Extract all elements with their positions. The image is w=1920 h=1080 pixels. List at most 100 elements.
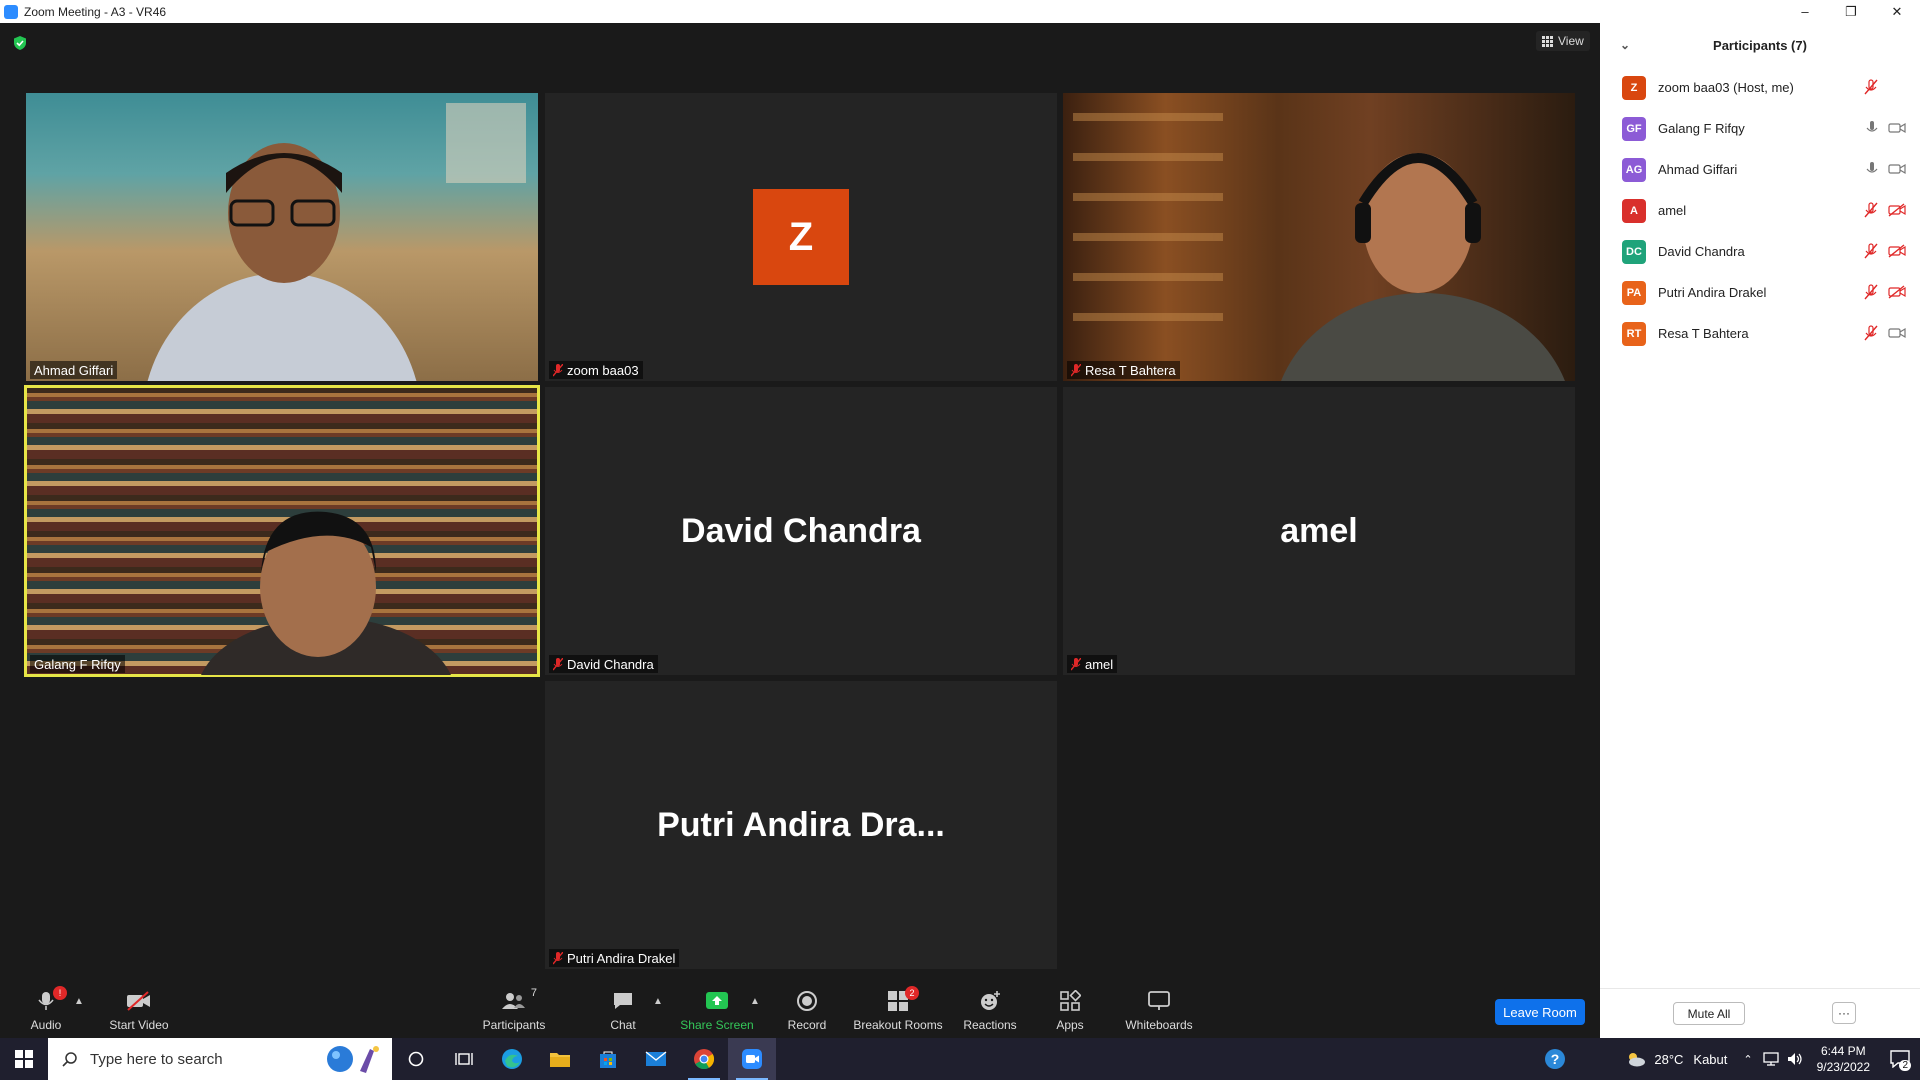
video-tile-david-chandra[interactable]: David Chandra David Chandra <box>545 387 1057 675</box>
help-question-icon[interactable]: ? <box>1544 1048 1566 1070</box>
avatar: AG <box>1622 157 1646 182</box>
more-options-button[interactable]: ··· <box>1832 1002 1856 1024</box>
task-view-button[interactable] <box>440 1038 488 1080</box>
start-button[interactable] <box>0 1038 48 1080</box>
video-tile-ahmad-giffari[interactable]: Ahmad Giffari <box>26 93 538 381</box>
cortana-button[interactable] <box>392 1038 440 1080</box>
taskbar-chrome[interactable] <box>680 1038 728 1080</box>
tile-name-tag: amel <box>1067 655 1118 673</box>
participant-status-icons <box>1864 284 1906 300</box>
participant-row[interactable]: PA Putri Andira Drakel <box>1600 272 1920 313</box>
video-camera-icon[interactable] <box>1888 162 1906 176</box>
audio-button[interactable]: ! Audio <box>20 982 72 1038</box>
view-button[interactable]: View <box>1536 31 1590 51</box>
taskbar-mail[interactable] <box>632 1038 680 1080</box>
mic-muted-icon[interactable] <box>1864 202 1878 218</box>
show-hidden-icons-chevron-icon[interactable]: ⌃ <box>1743 1053 1752 1066</box>
participants-icon <box>502 993 525 1009</box>
participant-display-name: David Chandra <box>681 511 921 550</box>
system-tray: ? 28°C Kabut ⌃ 6:44 PM 9/23/2022 2 <box>1544 1038 1920 1080</box>
taskbar-clock[interactable]: 6:44 PM 9/23/2022 <box>1817 1043 1870 1075</box>
share-screen-label: Share Screen <box>680 1018 754 1032</box>
avatar: Z <box>753 189 849 285</box>
weather-temperature[interactable]: 28°C <box>1654 1052 1683 1067</box>
mic-muted-icon[interactable] <box>1864 284 1878 300</box>
video-tile-zoom-baa03[interactable]: Z zoom baa03 <box>545 93 1057 381</box>
mute-all-button[interactable]: Mute All <box>1673 1002 1745 1025</box>
chevron-down-icon[interactable]: ⌄ <box>1620 38 1630 52</box>
reactions-button[interactable]: Reactions <box>962 982 1018 1038</box>
whiteboards-label: Whiteboards <box>1125 1018 1193 1032</box>
chat-options-caret-icon[interactable]: ▲ <box>653 996 663 1007</box>
share-screen-button[interactable]: Share Screen <box>680 982 754 1038</box>
search-placeholder: Type here to search <box>90 1050 223 1068</box>
audio-options-caret-icon[interactable]: ▲ <box>74 996 84 1007</box>
microphone-icon[interactable] <box>1866 161 1878 177</box>
taskbar-search-box[interactable]: Type here to search <box>48 1038 392 1080</box>
avatar: PA <box>1622 280 1646 305</box>
whiteboard-icon <box>1148 991 1170 1010</box>
apps-button[interactable]: Apps <box>1052 982 1088 1038</box>
taskbar-zoom[interactable] <box>728 1038 776 1080</box>
title-bar: Zoom Meeting - A3 - VR46 – ❐ ✕ <box>0 0 1920 23</box>
video-off-icon[interactable] <box>1888 244 1906 258</box>
participant-row[interactable]: RT Resa T Bahtera <box>1600 313 1920 354</box>
participant-row[interactable]: Aamel <box>1600 190 1920 231</box>
video-tile-amel[interactable]: amel amel <box>1063 387 1575 675</box>
zoom-app-icon <box>742 1049 762 1069</box>
taskbar-store[interactable] <box>584 1038 632 1080</box>
breakout-rooms-button[interactable]: 2 Breakout Rooms <box>852 982 944 1038</box>
network-icon[interactable] <box>1762 1052 1779 1066</box>
taskbar-file-explorer[interactable] <box>536 1038 584 1080</box>
participant-name: zoom baa03 (Host, me) <box>1658 80 1794 95</box>
view-label: View <box>1558 34 1584 48</box>
svg-text:?: ? <box>1551 1051 1560 1067</box>
record-icon <box>797 991 817 1011</box>
video-camera-icon[interactable] <box>1888 121 1906 135</box>
restore-button[interactable]: ❐ <box>1828 0 1874 23</box>
mic-muted-icon[interactable] <box>1864 79 1878 95</box>
clock-time: 6:44 PM <box>1820 1044 1866 1058</box>
participant-status-icons <box>1866 161 1906 177</box>
video-off-icon <box>127 991 150 1011</box>
participants-count: 7 <box>530 987 537 999</box>
participant-row[interactable]: DC David Chandra <box>1600 231 1920 272</box>
mic-muted-icon <box>553 363 563 376</box>
encryption-shield-icon[interactable] <box>12 35 28 51</box>
participant-status-icons <box>1866 120 1906 136</box>
close-button[interactable]: ✕ <box>1874 0 1920 23</box>
video-tile-galang-f-rifqy[interactable]: Galang F Rifqy <box>24 385 540 677</box>
participant-status-icons <box>1864 325 1906 341</box>
participant-row[interactable]: GF Galang F Rifqy <box>1600 108 1920 149</box>
whiteboards-button[interactable]: Whiteboards <box>1122 982 1196 1038</box>
participants-panel-footer: Mute All ··· <box>1600 988 1920 1038</box>
video-off-icon[interactable] <box>1888 203 1906 217</box>
volume-speaker-icon[interactable] <box>1787 1052 1803 1066</box>
start-video-button[interactable]: Start Video <box>104 982 174 1038</box>
mic-muted-icon[interactable] <box>1864 243 1878 259</box>
meeting-toolbar: ! Audio ▲ Start Video 7 Participants Cha… <box>0 982 1600 1038</box>
search-icon <box>62 1052 77 1067</box>
video-tile-putri-andira-drakel[interactable]: Putri Andira Dra... Putri Andira Drakel <box>545 681 1057 969</box>
participant-row[interactable]: AG Ahmad Giffari <box>1600 149 1920 190</box>
leave-room-button[interactable]: Leave Room <box>1495 999 1585 1025</box>
minimize-button[interactable]: – <box>1782 0 1828 23</box>
share-options-caret-icon[interactable]: ▲ <box>750 996 760 1007</box>
video-tile-resa-t-bahtera[interactable]: Resa T Bahtera <box>1063 93 1575 381</box>
participants-panel-header: ⌄ Participants (7) <box>1600 23 1920 67</box>
weather-condition[interactable]: Kabut <box>1693 1052 1727 1067</box>
tile-name-tag: Ahmad Giffari <box>30 361 118 379</box>
participants-button[interactable]: 7 Participants <box>478 982 550 1038</box>
tile-name-tag: Galang F Rifqy <box>30 655 125 673</box>
video-camera-icon[interactable] <box>1888 326 1906 340</box>
participants-label: Participants <box>482 1018 546 1032</box>
participant-row[interactable]: Zzoom baa03 (Host, me) <box>1600 67 1920 108</box>
taskbar-edge[interactable] <box>488 1038 536 1080</box>
video-off-icon[interactable] <box>1888 285 1906 299</box>
search-highlight-image-icon <box>327 1046 379 1073</box>
notification-center-button[interactable]: 2 <box>1880 1038 1920 1080</box>
microphone-icon[interactable] <box>1866 120 1878 136</box>
chat-button[interactable]: Chat <box>603 982 643 1038</box>
mic-muted-icon[interactable] <box>1864 325 1878 341</box>
record-button[interactable]: Record <box>782 982 832 1038</box>
